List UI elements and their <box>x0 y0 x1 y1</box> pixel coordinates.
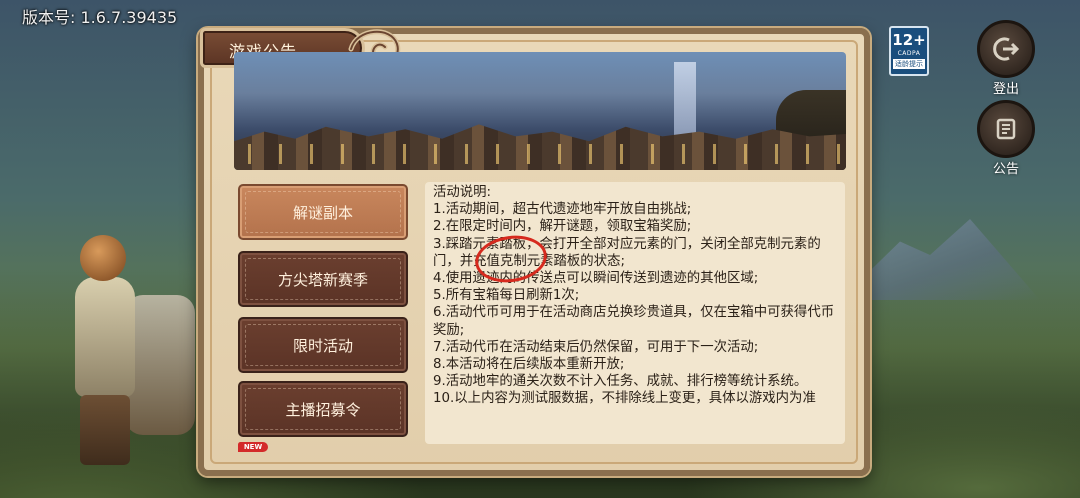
menu-item-label: 方尖塔新赛季 <box>277 270 368 289</box>
background-mountain <box>840 219 1040 300</box>
new-badge: NEW <box>238 442 268 452</box>
scroll-icon <box>977 100 1035 158</box>
menu-item-limited-event[interactable]: 限时活动 <box>238 317 408 373</box>
content-line: 5.所有宝箱每日刷新1次; <box>433 288 580 304</box>
menu-item-label: 限时活动 <box>292 336 353 355</box>
menu-item-obelisk-season[interactable]: 方尖塔新赛季 <box>238 251 408 307</box>
notice-button[interactable]: 公告 <box>973 100 1039 177</box>
player-character <box>70 235 195 465</box>
version-label: 版本号: 1.6.7.39435 <box>22 8 178 27</box>
age-rating-tip: 适龄提示 <box>893 59 925 69</box>
content-line: 6.活动代币可用于在活动商店兑换珍贵道具，仅在宝箱中可获得代币奖励; <box>433 305 835 338</box>
announcement-content[interactable]: 活动说明: 1.活动期间，超古代遗迹地牢开放自由挑战; 2.在限定时间内，解开谜… <box>425 182 845 444</box>
menu-item-label: 解谜副本 <box>292 203 353 222</box>
logout-button[interactable]: 登出 <box>973 20 1039 97</box>
logout-icon <box>977 20 1035 78</box>
content-line: 活动说明: <box>433 185 492 200</box>
character-backpack <box>125 295 195 435</box>
content-line: 1.活动期间，超古代遗迹地牢开放自由挑战; <box>433 202 692 218</box>
menu-item-label: 主播招募令 <box>285 400 361 419</box>
content-line: 9.活动地牢的通关次数不计入任务、成就、排行榜等统计系统。 <box>433 374 808 390</box>
notice-label: 公告 <box>992 162 1019 177</box>
announcement-banner-image <box>234 52 846 170</box>
menu-item-puzzle-dungeon[interactable]: 解谜副本 <box>238 184 408 240</box>
menu-item-streamer-recruit[interactable]: 主播招募令 <box>238 381 408 437</box>
content-line: 7.活动代币在活动结束后仍然保留，可用于下一次活动; <box>433 339 759 355</box>
content-line: 2.在限定时间内，解开谜题，领取宝箱奖励; <box>433 219 692 235</box>
content-line: 10.以上内容为测试服数据，不排除线上变更，具体以游戏内为准 <box>433 391 816 407</box>
logout-label: 登出 <box>992 82 1019 97</box>
character-head <box>80 235 126 281</box>
age-rating-org: CADPA <box>897 50 921 57</box>
banner-city-lights <box>234 144 846 164</box>
age-rating-value: 12+ <box>892 31 926 49</box>
content-line: 8.本活动将在后续版本重新开放; <box>433 357 625 373</box>
character-body <box>75 277 135 397</box>
age-rating-badge[interactable]: 12+ CADPA 适龄提示 <box>889 26 929 76</box>
character-legs <box>80 395 130 465</box>
